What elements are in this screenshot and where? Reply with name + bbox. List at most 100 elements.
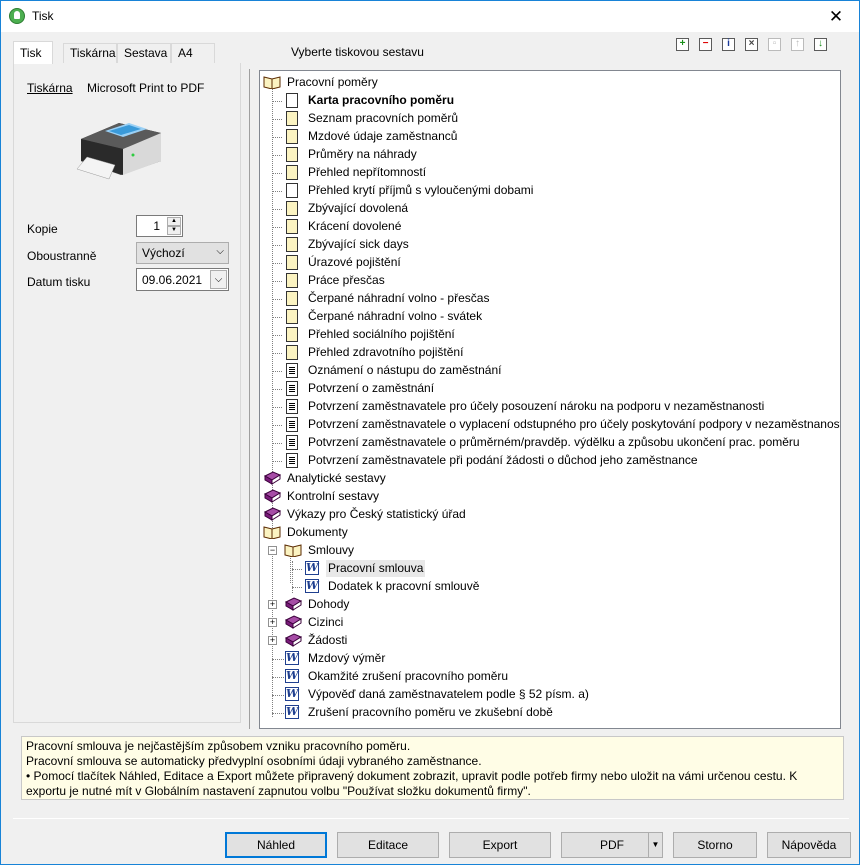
info-icon[interactable]: i — [722, 38, 735, 51]
spin-down-icon[interactable]: ▼ — [167, 226, 181, 235]
book-closed-icon — [263, 489, 281, 503]
pdf-button[interactable]: PDF ▼ — [561, 832, 663, 858]
description-line: • Pomocí tlačítek Náhled, Editace a Expo… — [26, 769, 798, 798]
book-open-icon — [263, 76, 281, 89]
tree-item-label: Kontrolní sestavy — [287, 489, 380, 503]
word-document-icon: W — [285, 687, 299, 701]
tree-item-label: Smlouvy — [308, 543, 355, 557]
report-page-icon — [286, 111, 298, 126]
duplex-value: Výchozí — [142, 246, 185, 260]
tree-line — [272, 547, 273, 717]
book-open-icon — [284, 544, 302, 557]
expand-icon[interactable]: + — [268, 600, 277, 609]
report-page-icon — [286, 291, 298, 306]
report-page-icon — [286, 255, 298, 270]
word-document-icon: W — [285, 705, 299, 719]
word-document-icon: W — [305, 579, 319, 593]
description-line: Pracovní smlouva se automaticky předvypl… — [26, 754, 482, 768]
splitter[interactable] — [249, 69, 250, 729]
tree-item-label: Pracovní poměry — [287, 75, 378, 89]
preview-button[interactable]: Náhled — [225, 832, 327, 858]
report-page-icon — [286, 129, 298, 144]
copies-label: Kopie — [27, 222, 58, 236]
report-page-icon — [286, 273, 298, 288]
report-header: Vyberte tiskovou sestavu — [291, 45, 424, 59]
report-page-icon — [286, 201, 298, 216]
tree-line — [292, 569, 302, 570]
tree-item-label: Dodatek k pracovní smlouvě — [328, 579, 480, 593]
printer-link[interactable]: Tiskárna — [27, 81, 73, 95]
tree-item-label: Potvrzení zaměstnavatele o vyplacení ods… — [308, 417, 841, 431]
tree-item-label: Potvrzení zaměstnavatele při podání žádo… — [308, 453, 698, 467]
tree-line — [272, 317, 282, 318]
add-icon[interactable]: + — [676, 38, 689, 51]
title-bar: Tisk ✕ — [1, 1, 859, 32]
date-picker[interactable]: 09.06.2021 ⌵ — [136, 268, 229, 291]
scrollbar[interactable] — [826, 737, 843, 799]
export-button[interactable]: Export — [449, 832, 551, 858]
tree-item-label: Výpověď daná zaměstnavatelem podle § 52 … — [308, 687, 589, 701]
calendar-dropdown-icon[interactable]: ⌵ — [210, 270, 227, 289]
tree-item-label: Potvrzení zaměstnavatele pro účely posou… — [308, 399, 765, 413]
copies-value[interactable]: 1 — [153, 219, 160, 233]
tree-line — [272, 263, 282, 264]
tab-tiskarna[interactable]: Tiskárna — [63, 43, 117, 63]
tree-item-label: Průměry na náhrady — [308, 147, 417, 161]
tree-line — [272, 353, 282, 354]
spin-up-icon[interactable]: ▲ — [167, 217, 181, 226]
report-page-icon — [286, 147, 298, 162]
tree-item-label: Čerpané náhradní volno - přesčas — [308, 291, 490, 305]
tree-item-label: Přehled nepřítomností — [308, 165, 427, 179]
tree-line — [272, 137, 282, 138]
cancel-button[interactable]: Storno — [673, 832, 757, 858]
copy-icon[interactable]: ▫ — [768, 38, 781, 51]
tree-line — [272, 389, 282, 390]
close-icon[interactable]: ✕ — [813, 1, 859, 32]
printer-icon — [76, 123, 161, 180]
word-document-icon: W — [305, 561, 319, 575]
copies-spinner[interactable]: 1 ▲ ▼ — [136, 215, 183, 237]
tree-item-label: Krácení dovolené — [308, 219, 402, 233]
book-closed-icon — [263, 507, 281, 521]
tree-item-label: Mzdový výměr — [308, 651, 386, 665]
tree-item-label: Dohody — [308, 597, 350, 611]
tab-a4[interactable]: A4 — [171, 43, 215, 63]
date-value[interactable]: 09.06.2021 — [142, 273, 202, 287]
delete-icon[interactable]: × — [745, 38, 758, 51]
expand-icon[interactable]: + — [268, 636, 277, 645]
tree-item-label: Zbývající dovolená — [308, 201, 409, 215]
move-up-icon[interactable]: ↑ — [791, 38, 804, 51]
expand-icon[interactable]: + — [268, 618, 277, 627]
tab-sestava[interactable]: Sestava — [117, 43, 171, 63]
description-line: Pracovní smlouva je nejčastějším způsobe… — [26, 739, 411, 753]
tree-line — [272, 209, 282, 210]
move-down-icon[interactable]: ↓ — [814, 38, 827, 51]
word-document-icon: W — [285, 669, 299, 683]
tree-item-label: Potvrzení o zaměstnání — [308, 381, 435, 395]
chevron-down-icon: ⌵ — [216, 246, 224, 257]
edit-button[interactable]: Editace — [337, 832, 439, 858]
tree-item-label: Čerpané náhradní volno - svátek — [308, 309, 483, 323]
app-icon — [9, 8, 25, 24]
tree-line — [272, 101, 282, 102]
duplex-select[interactable]: Výchozí ⌵ — [136, 242, 229, 264]
report-tree[interactable]: Pracovní poměry Karta pracovního poměru Se… — [259, 70, 841, 729]
text-document-icon — [286, 363, 298, 378]
book-closed-icon — [284, 597, 302, 611]
tree-line — [292, 587, 302, 588]
tree-item-label: Úrazové pojištění — [308, 255, 401, 269]
text-document-icon — [286, 399, 298, 414]
tree-line — [272, 443, 282, 444]
tab-tisk[interactable]: Tisk — [13, 41, 53, 64]
tree-item-label: Analytické sestavy — [287, 471, 386, 485]
collapse-icon[interactable]: − — [268, 546, 277, 555]
tree-line — [272, 191, 282, 192]
pdf-dropdown-icon[interactable]: ▼ — [648, 833, 662, 857]
remove-icon[interactable]: − — [699, 38, 712, 51]
tree-item-label: Přehled zdravotního pojištění — [308, 345, 464, 359]
report-page-icon — [286, 237, 298, 252]
tree-line — [272, 155, 282, 156]
help-button[interactable]: Nápověda — [767, 832, 851, 858]
tree-line — [272, 173, 282, 174]
tree-line — [272, 407, 282, 408]
